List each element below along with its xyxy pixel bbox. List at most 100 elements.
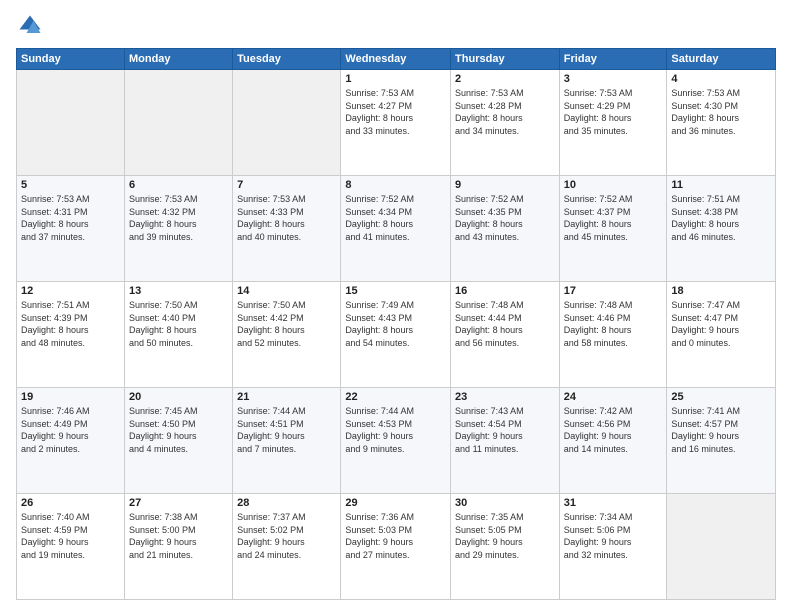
weekday-wednesday: Wednesday [341,49,451,70]
day-cell: 7 Sunrise: 7:53 AM Sunset: 4:33 PM Daylig… [233,176,341,282]
weekday-header-row: SundayMondayTuesdayWednesdayThursdayFrid… [17,49,776,70]
day-info: Sunrise: 7:36 AM Sunset: 5:03 PM Dayligh… [345,511,446,561]
day-cell: 26 Sunrise: 7:40 AM Sunset: 4:59 PM Dayli… [17,494,125,600]
day-cell: 6 Sunrise: 7:53 AM Sunset: 4:32 PM Daylig… [124,176,232,282]
day-info: Sunrise: 7:53 AM Sunset: 4:31 PM Dayligh… [21,193,120,243]
day-number: 6 [129,179,228,191]
day-cell: 1 Sunrise: 7:53 AM Sunset: 4:27 PM Daylig… [341,70,451,176]
day-info: Sunrise: 7:49 AM Sunset: 4:43 PM Dayligh… [345,299,446,349]
day-cell: 23 Sunrise: 7:43 AM Sunset: 4:54 PM Dayli… [451,388,560,494]
day-number: 4 [671,73,771,85]
day-cell: 25 Sunrise: 7:41 AM Sunset: 4:57 PM Dayli… [667,388,776,494]
day-cell: 22 Sunrise: 7:44 AM Sunset: 4:53 PM Dayli… [341,388,451,494]
day-cell: 16 Sunrise: 7:48 AM Sunset: 4:44 PM Dayli… [451,282,560,388]
day-info: Sunrise: 7:53 AM Sunset: 4:28 PM Dayligh… [455,87,555,137]
day-cell: 11Sunrise: 7:51 AM Sunset: 4:38 PM Dayli… [667,176,776,282]
day-info: Sunrise: 7:43 AM Sunset: 4:54 PM Dayligh… [455,405,555,455]
day-cell: 10 Sunrise: 7:52 AM Sunset: 4:37 PM Dayli… [559,176,667,282]
day-info: Sunrise: 7:42 AM Sunset: 4:56 PM Dayligh… [564,405,663,455]
week-row-1: 1 Sunrise: 7:53 AM Sunset: 4:27 PM Daylig… [17,70,776,176]
week-row-2: 5 Sunrise: 7:53 AM Sunset: 4:31 PM Daylig… [17,176,776,282]
weekday-monday: Monday [124,49,232,70]
day-cell: 29Sunrise: 7:36 AM Sunset: 5:03 PM Dayli… [341,494,451,600]
day-number: 14 [237,285,336,297]
header [16,12,776,40]
day-number: 24 [564,391,663,403]
day-cell: 21 Sunrise: 7:44 AM Sunset: 4:51 PM Dayli… [233,388,341,494]
day-cell: 2 Sunrise: 7:53 AM Sunset: 4:28 PM Daylig… [451,70,560,176]
day-cell: 27 Sunrise: 7:38 AM Sunset: 5:00 PM Dayli… [124,494,232,600]
weekday-friday: Friday [559,49,667,70]
day-info: Sunrise: 7:47 AM Sunset: 4:47 PM Dayligh… [671,299,771,349]
day-number: 10 [564,179,663,191]
day-cell: 12 Sunrise: 7:51 AM Sunset: 4:39 PM Dayli… [17,282,125,388]
week-row-3: 12 Sunrise: 7:51 AM Sunset: 4:39 PM Dayli… [17,282,776,388]
day-cell: 3 Sunrise: 7:53 AM Sunset: 4:29 PM Daylig… [559,70,667,176]
day-info: Sunrise: 7:52 AM Sunset: 4:35 PM Dayligh… [455,193,555,243]
day-info: Sunrise: 7:51 AM Sunset: 4:39 PM Dayligh… [21,299,120,349]
day-info: Sunrise: 7:45 AM Sunset: 4:50 PM Dayligh… [129,405,228,455]
day-info: Sunrise: 7:41 AM Sunset: 4:57 PM Dayligh… [671,405,771,455]
day-info: Sunrise: 7:37 AM Sunset: 5:02 PM Dayligh… [237,511,336,561]
day-cell [124,70,232,176]
day-info: Sunrise: 7:53 AM Sunset: 4:27 PM Dayligh… [345,87,446,137]
weekday-sunday: Sunday [17,49,125,70]
day-info: Sunrise: 7:44 AM Sunset: 4:51 PM Dayligh… [237,405,336,455]
logo [16,12,48,40]
day-cell: 19 Sunrise: 7:46 AM Sunset: 4:49 PM Dayli… [17,388,125,494]
day-info: Sunrise: 7:44 AM Sunset: 4:53 PM Dayligh… [345,405,446,455]
day-number: 25 [671,391,771,403]
day-info: Sunrise: 7:38 AM Sunset: 5:00 PM Dayligh… [129,511,228,561]
day-cell: 4 Sunrise: 7:53 AM Sunset: 4:30 PM Daylig… [667,70,776,176]
day-info: Sunrise: 7:53 AM Sunset: 4:33 PM Dayligh… [237,193,336,243]
day-number: 1 [345,73,446,85]
day-number: 28 [237,497,336,509]
day-number: 12 [21,285,120,297]
day-cell [667,494,776,600]
day-cell: 20 Sunrise: 7:45 AM Sunset: 4:50 PM Dayli… [124,388,232,494]
day-cell: 9 Sunrise: 7:52 AM Sunset: 4:35 PM Daylig… [451,176,560,282]
day-cell: 18Sunrise: 7:47 AM Sunset: 4:47 PM Dayli… [667,282,776,388]
day-number: 20 [129,391,228,403]
day-number: 31 [564,497,663,509]
day-cell [17,70,125,176]
day-info: Sunrise: 7:48 AM Sunset: 4:44 PM Dayligh… [455,299,555,349]
day-info: Sunrise: 7:50 AM Sunset: 4:42 PM Dayligh… [237,299,336,349]
day-number: 26 [21,497,120,509]
day-number: 27 [129,497,228,509]
day-number: 8 [345,179,446,191]
day-number: 21 [237,391,336,403]
day-number: 11 [671,179,771,191]
day-info: Sunrise: 7:46 AM Sunset: 4:49 PM Dayligh… [21,405,120,455]
day-cell: 30 Sunrise: 7:35 AM Sunset: 5:05 PM Dayli… [451,494,560,600]
day-info: Sunrise: 7:40 AM Sunset: 4:59 PM Dayligh… [21,511,120,561]
weekday-thursday: Thursday [451,49,560,70]
day-number: 2 [455,73,555,85]
calendar: SundayMondayTuesdayWednesdayThursdayFrid… [16,48,776,600]
logo-icon [16,12,44,40]
page: SundayMondayTuesdayWednesdayThursdayFrid… [0,0,792,612]
day-number: 17 [564,285,663,297]
day-info: Sunrise: 7:48 AM Sunset: 4:46 PM Dayligh… [564,299,663,349]
day-cell: 13Sunrise: 7:50 AM Sunset: 4:40 PM Dayli… [124,282,232,388]
day-info: Sunrise: 7:35 AM Sunset: 5:05 PM Dayligh… [455,511,555,561]
day-info: Sunrise: 7:50 AM Sunset: 4:40 PM Dayligh… [129,299,228,349]
day-number: 23 [455,391,555,403]
day-number: 9 [455,179,555,191]
day-number: 16 [455,285,555,297]
day-number: 30 [455,497,555,509]
day-number: 19 [21,391,120,403]
day-cell: 15Sunrise: 7:49 AM Sunset: 4:43 PM Dayli… [341,282,451,388]
weekday-tuesday: Tuesday [233,49,341,70]
day-info: Sunrise: 7:53 AM Sunset: 4:32 PM Dayligh… [129,193,228,243]
day-info: Sunrise: 7:53 AM Sunset: 4:30 PM Dayligh… [671,87,771,137]
day-number: 3 [564,73,663,85]
day-number: 5 [21,179,120,191]
weekday-saturday: Saturday [667,49,776,70]
day-cell: 24 Sunrise: 7:42 AM Sunset: 4:56 PM Dayli… [559,388,667,494]
day-info: Sunrise: 7:52 AM Sunset: 4:37 PM Dayligh… [564,193,663,243]
day-info: Sunrise: 7:53 AM Sunset: 4:29 PM Dayligh… [564,87,663,137]
day-number: 7 [237,179,336,191]
day-number: 22 [345,391,446,403]
day-cell: 14 Sunrise: 7:50 AM Sunset: 4:42 PM Dayli… [233,282,341,388]
